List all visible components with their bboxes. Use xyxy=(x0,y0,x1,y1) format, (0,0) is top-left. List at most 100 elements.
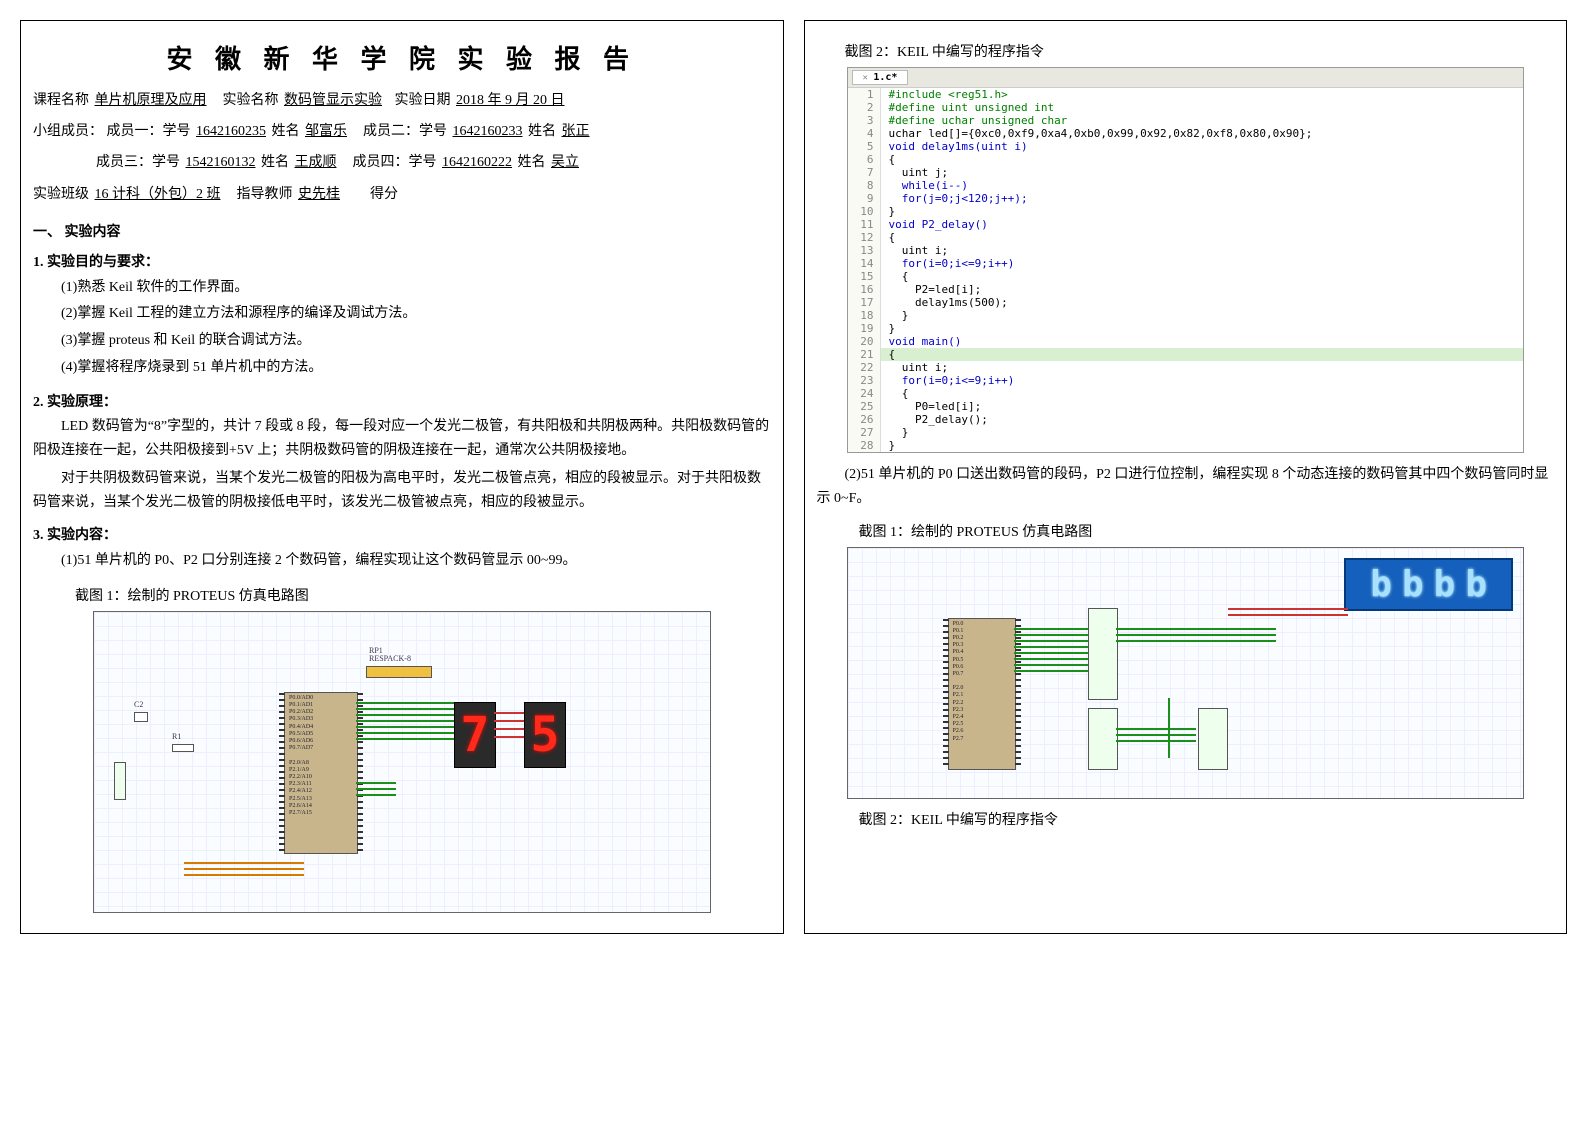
code-text: for(i=0;i<=9;i++) xyxy=(881,257,1015,270)
req-3: (3)掌握 proteus 和 Keil 的联合调试方法。 xyxy=(33,328,771,355)
code-line: 4uchar led[]={0xc0,0xf9,0xa4,0xb0,0x99,0… xyxy=(848,127,1524,140)
line-number: 10 xyxy=(848,205,881,218)
members-line-2: 成员三：学号 1542160132 姓名 王成顺 成员四：学号 16421602… xyxy=(33,150,771,175)
req-4: (4)掌握将程序烧录到 51 单片机中的方法。 xyxy=(33,355,771,382)
chip2-pins: P0.0P0.1P0.2P0.3P0.4P0.5P0.6P0.7P2.0P2.1… xyxy=(953,621,1011,767)
code-line: 8 while(i--) xyxy=(848,179,1524,192)
code-text: #include <reg51.h> xyxy=(881,88,1008,101)
code-text: } xyxy=(881,205,896,218)
code-text: for(i=0;i<=9;i++) xyxy=(881,374,1015,387)
m3-no: 1542160132 xyxy=(184,155,258,170)
cap-c2 xyxy=(134,712,148,722)
m4-no: 1642160222 xyxy=(440,155,514,170)
members-label: 小组成员： xyxy=(33,124,103,139)
code-line: 19} xyxy=(848,322,1524,335)
seven-seg-1: 7 xyxy=(454,702,496,768)
editor-tab[interactable]: 1.c* xyxy=(852,70,909,85)
res-r1 xyxy=(172,744,194,752)
line-number: 8 xyxy=(848,179,881,192)
req-2: (2)掌握 Keil 工程的建立方法和源程序的编译及调试方法。 xyxy=(33,301,771,328)
course-line: 课程名称 单片机原理及应用 实验名称 数码管显示实验 实验日期 2018 年 9… xyxy=(33,88,771,113)
code-line: 27 } xyxy=(848,426,1524,439)
code-line: 18 } xyxy=(848,309,1524,322)
content-2: (2)51 单片机的 P0 口送出数码管的段码，P2 口进行位控制，编程实现 8… xyxy=(817,463,1555,511)
code-line: 20void main() xyxy=(848,335,1524,348)
line-number: 26 xyxy=(848,413,881,426)
seven-seg-2: 5 xyxy=(524,702,566,768)
line-number: 9 xyxy=(848,192,881,205)
rp1-sub: RESPACK-8 xyxy=(369,654,411,663)
line-number: 15 xyxy=(848,270,881,283)
code-line: 11void P2_delay() xyxy=(848,218,1524,231)
m2-label: 成员二：学号 xyxy=(363,124,447,139)
code-line: 2#define uint unsigned int xyxy=(848,101,1524,114)
code-line: 12{ xyxy=(848,231,1524,244)
sub-head-purpose: 1. 实验目的与要求： xyxy=(33,251,771,271)
code-text: } xyxy=(881,439,896,452)
code-line: 21{ xyxy=(848,348,1524,361)
line-number: 2 xyxy=(848,101,881,114)
line-number: 6 xyxy=(848,153,881,166)
m1-no: 1642160235 xyxy=(194,124,268,139)
caption-right-top: 截图 2：KEIL 中编写的程序指令 xyxy=(817,41,1555,61)
score-label: 得分 xyxy=(370,187,398,202)
c2-label: C2 xyxy=(134,700,143,709)
code-text: { xyxy=(881,387,909,400)
code-line: 22 uint i; xyxy=(848,361,1524,374)
line-number: 3 xyxy=(848,114,881,127)
principle-2: 对于共阴极数码管来说，当某个发光二极管的阳极为高电平时，发光二极管点亮，相应的段… xyxy=(33,467,771,515)
code-line: 25 P0=led[i]; xyxy=(848,400,1524,413)
code-text: #define uchar unsigned char xyxy=(881,114,1068,127)
m1-name: 邹富乐 xyxy=(303,124,349,139)
course-name: 单片机原理及应用 xyxy=(93,93,209,108)
exp-name: 数码管显示实验 xyxy=(282,93,384,108)
line-number: 27 xyxy=(848,426,881,439)
caption-right-1: 截图 1：绘制的 PROTEUS 仿真电路图 xyxy=(817,521,1555,541)
line-number: 23 xyxy=(848,374,881,387)
m2-no: 1642160233 xyxy=(451,124,525,139)
section-1-head: 一、 实验内容 xyxy=(33,221,771,241)
code-text: #define uint unsigned int xyxy=(881,101,1055,114)
class-value: 16 计科（外包）2 班 xyxy=(93,187,223,202)
m4-name: 吴立 xyxy=(549,155,581,170)
line-number: 18 xyxy=(848,309,881,322)
code-line: 24 { xyxy=(848,387,1524,400)
code-text: { xyxy=(881,270,909,283)
code-body: 1#include <reg51.h>2#define uint unsigne… xyxy=(848,88,1524,452)
digit-1: 7 xyxy=(459,707,491,763)
mcu-chip-2: P0.0P0.1P0.2P0.3P0.4P0.5P0.6P0.7P2.0P2.1… xyxy=(948,618,1016,770)
code-text: P2_delay(); xyxy=(881,413,988,426)
proteus-circuit-1: RP1 RESPACK-8 C2 R1 P0.0/AD0P0.1/AD1P0.2… xyxy=(93,611,711,913)
code-line: 28} xyxy=(848,439,1524,452)
code-line: 5void delay1ms(uint i) xyxy=(848,140,1524,153)
line-number: 14 xyxy=(848,257,881,270)
sub-head-content: 3. 实验内容： xyxy=(33,524,771,544)
line-number: 25 xyxy=(848,400,881,413)
code-line: 1#include <reg51.h> xyxy=(848,88,1524,101)
teacher-name: 史先桂 xyxy=(296,187,342,202)
chip-pins: P0.0/AD0P0.1/AD1P0.2/AD2P0.3/AD3P0.4/AD4… xyxy=(289,695,353,851)
code-text: for(j=0;j<120;j++); xyxy=(881,192,1028,205)
r1-label: R1 xyxy=(172,732,181,741)
line-number: 19 xyxy=(848,322,881,335)
editor-tab-bar: 1.c* xyxy=(848,68,1524,88)
code-line: 7 uint j; xyxy=(848,166,1524,179)
crystal xyxy=(114,762,126,800)
m3-namelabel: 姓名 xyxy=(261,155,289,170)
m1-namelabel: 姓名 xyxy=(272,124,300,139)
m4-namelabel: 姓名 xyxy=(518,155,546,170)
code-text: uint i; xyxy=(881,361,949,374)
line-number: 20 xyxy=(848,335,881,348)
exp-date: 2018 年 9 月 20 日 xyxy=(454,93,567,108)
m4-label: 成员四：学号 xyxy=(353,155,437,170)
exp-name-label: 实验名称 xyxy=(223,93,279,108)
left-page: 安 徽 新 华 学 院 实 验 报 告 课程名称 单片机原理及应用 实验名称 数… xyxy=(20,20,784,934)
digit-2: 5 xyxy=(529,707,561,763)
report-title: 安 徽 新 华 学 院 实 验 报 告 xyxy=(33,39,771,76)
code-text: { xyxy=(881,348,896,361)
code-text: void P2_delay() xyxy=(881,218,988,231)
code-text: void main() xyxy=(881,335,962,348)
m3-label: 成员三：学号 xyxy=(96,155,180,170)
code-text: { xyxy=(881,231,896,244)
code-text: P2=led[i]; xyxy=(881,283,982,296)
